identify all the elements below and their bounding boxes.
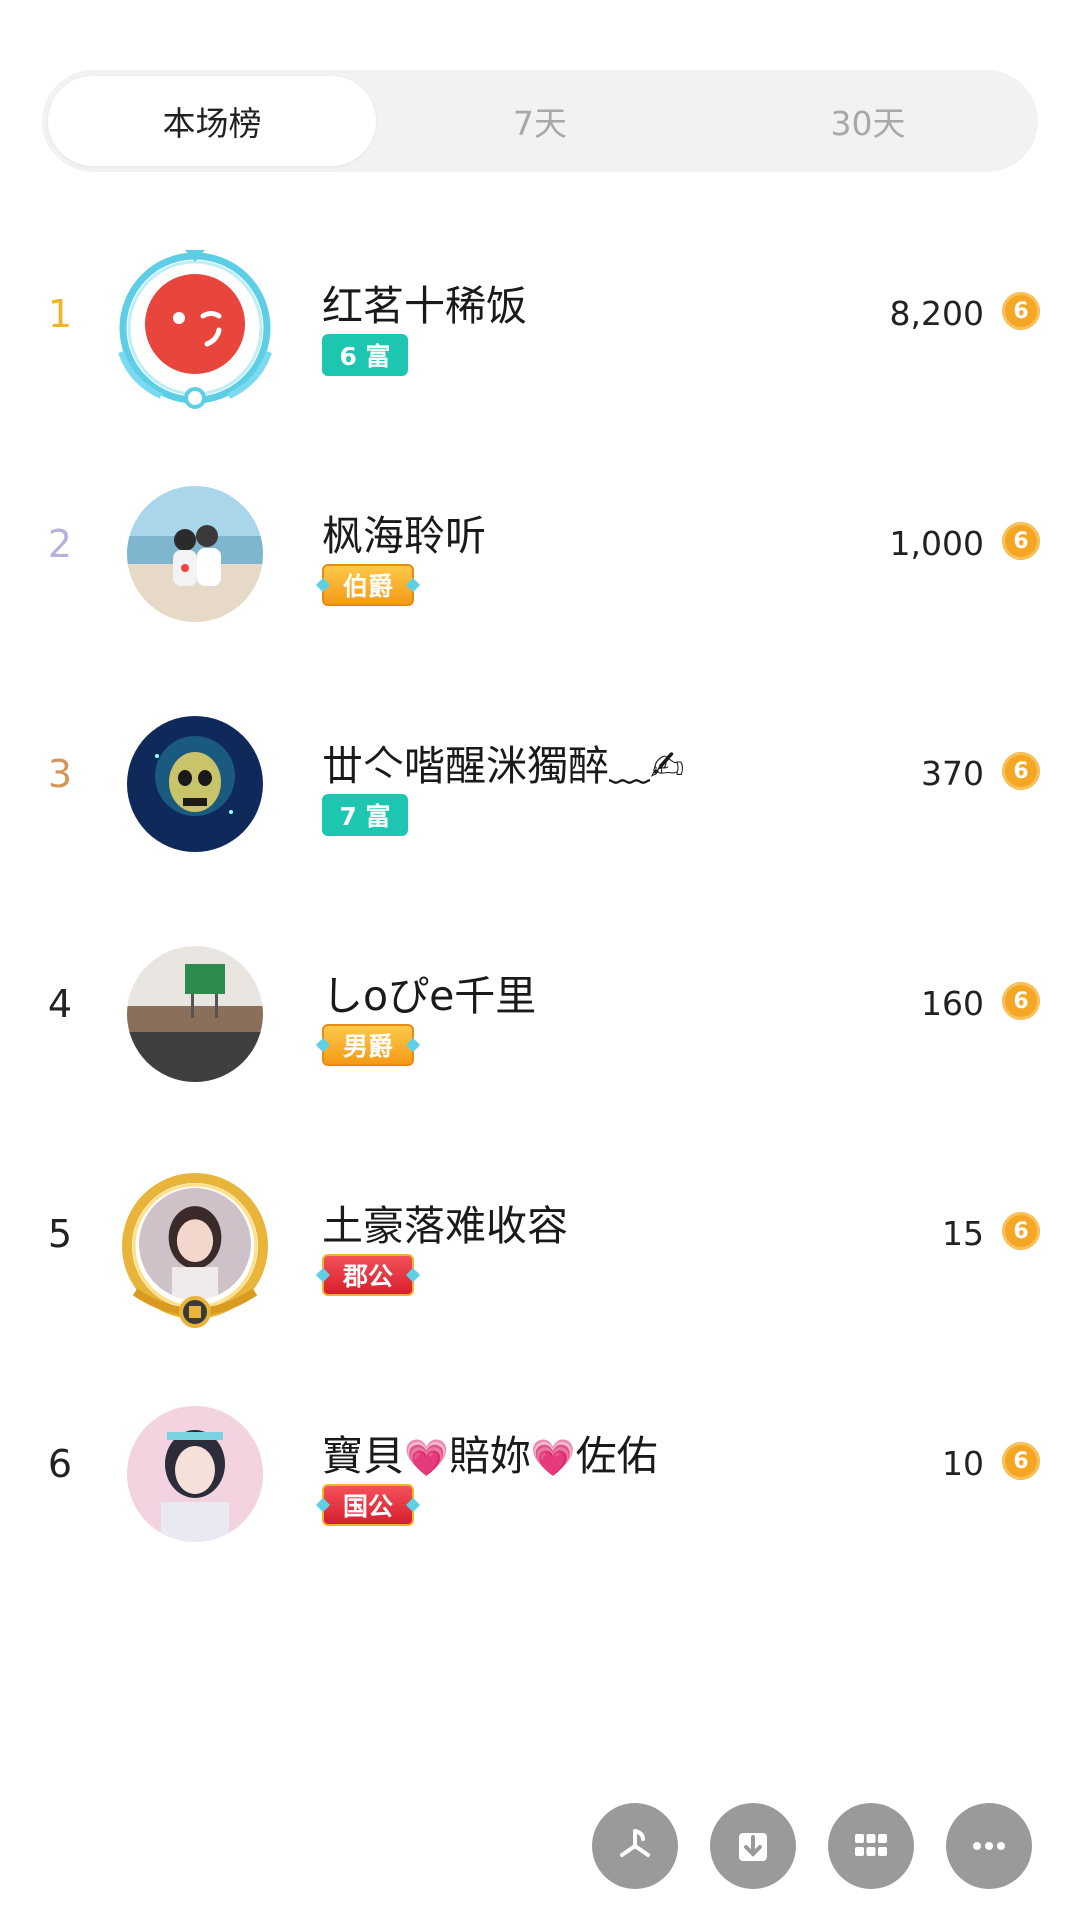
rank-number: 2: [47, 522, 73, 566]
list-item[interactable]: 5 土豪落难收容 郡公 15 6: [0, 1154, 1080, 1334]
avatar[interactable]: [125, 714, 265, 854]
coin-icon: 6: [1002, 1442, 1040, 1480]
grid-icon: [855, 1834, 887, 1856]
wealth-level-badge: 7 富: [322, 794, 408, 836]
avatar-image: [127, 1406, 263, 1542]
tab-7-days[interactable]: 7天: [376, 76, 704, 166]
coin-icon: 6: [1002, 752, 1040, 790]
pinwheel-button[interactable]: [592, 1803, 678, 1889]
apps-button[interactable]: [828, 1803, 914, 1889]
coin-icon: 6: [1002, 1212, 1040, 1250]
coin-icon: 6: [1002, 522, 1040, 560]
avatar-image: [139, 1188, 251, 1300]
user-name: 丗亽喈醒洣獨醉﹏✍: [322, 742, 685, 790]
coin-icon: 6: [1002, 292, 1040, 330]
list-item[interactable]: 6 寶貝💗賠妳💗佐佑 国公 10 6: [0, 1384, 1080, 1564]
noble-rank-badge: 男爵: [315, 1024, 421, 1066]
list-item[interactable]: 4 しoぴe千里 男爵 160 6: [0, 924, 1080, 1104]
rank-number: 3: [47, 752, 73, 796]
download-button[interactable]: [710, 1803, 796, 1889]
list-item[interactable]: 3 丗亽喈醒洣獨醉﹏✍ 7 富 370 6: [0, 694, 1080, 874]
list-item[interactable]: 2 枫海聆听 伯爵 1,000 6: [0, 464, 1080, 644]
tab-30-days[interactable]: 30天: [704, 76, 1032, 166]
contribution-score: 370: [921, 754, 984, 793]
avatar[interactable]: [118, 250, 272, 409]
user-name: 枫海聆听: [322, 512, 486, 560]
user-name: 土豪落难收容: [322, 1202, 568, 1250]
avatar-image: [127, 716, 263, 852]
noble-rank-badge: 伯爵: [315, 564, 421, 606]
avatar-image: [127, 256, 263, 392]
contribution-score: 160: [921, 984, 984, 1023]
pinwheel-icon: [620, 1829, 650, 1857]
avatar[interactable]: [125, 944, 265, 1084]
noble-rank-badge: 国公: [315, 1484, 421, 1526]
noble-rank-badge: 郡公: [315, 1254, 421, 1296]
avatar[interactable]: [125, 484, 265, 624]
contribution-score: 8,200: [889, 294, 984, 333]
avatar-image: [127, 486, 263, 622]
tab-this-session[interactable]: 本场榜: [48, 76, 376, 166]
rank-number: 4: [47, 982, 73, 1026]
more-button[interactable]: [946, 1803, 1032, 1889]
rank-number: 5: [47, 1212, 73, 1256]
coin-icon: 6: [1002, 982, 1040, 1020]
bottom-action-bar: [592, 1803, 1032, 1889]
user-name: 红茗十稀饭: [322, 282, 527, 330]
list-item[interactable]: 1 红茗十稀饭 6 富 8,200 6: [0, 234, 1080, 414]
user-name: 寶貝💗賠妳💗佐佑: [322, 1432, 658, 1480]
download-icon: [739, 1833, 767, 1861]
avatar-image: [127, 946, 263, 1082]
rank-number: 1: [47, 292, 73, 336]
avatar[interactable]: [125, 1404, 265, 1544]
more-icon: [973, 1842, 1005, 1850]
avatar[interactable]: [122, 1173, 268, 1328]
contribution-score: 1,000: [889, 524, 984, 563]
wealth-level-badge: 6 富: [322, 334, 408, 376]
leaderboard-page: 本场榜 7天 30天 1 红茗十稀饭 6 富 8,200 6 2 枫海聆听 伯爵…: [0, 0, 1080, 1920]
rank-number: 6: [47, 1442, 73, 1486]
user-name: しoぴe千里: [322, 972, 537, 1020]
contribution-score: 15: [942, 1214, 984, 1253]
contribution-score: 10: [942, 1444, 984, 1483]
leaderboard-tabs: 本场榜 7天 30天: [42, 70, 1038, 172]
